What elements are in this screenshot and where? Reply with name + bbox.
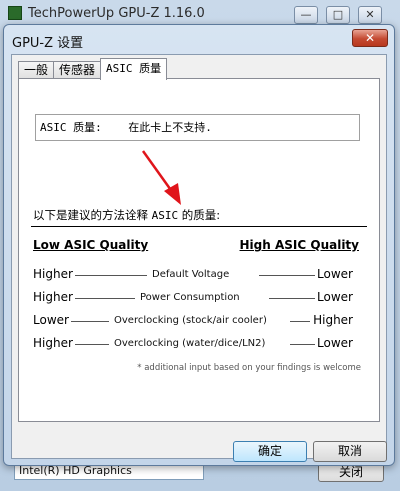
row-line xyxy=(269,298,315,299)
intro-prefix: 以下是建议的方法诠释 xyxy=(33,208,152,222)
row-line xyxy=(259,275,315,276)
asic-quality-panel: ASIC 质量: 在此卡上不支持. 以下是建议的方法诠释 ASIC 的质量: L… xyxy=(18,78,380,422)
settings-dialog: GPU-Z 设置 ✕ 一般 传感器 ASIC 质量 ASIC 质量: 在此卡上不… xyxy=(3,24,395,466)
row-right-value: Higher xyxy=(313,313,353,327)
ok-button[interactable]: 确定 xyxy=(233,441,307,462)
maximize-button[interactable]: □ xyxy=(326,6,350,24)
background-window-title: TechPowerUp GPU-Z 1.16.0 xyxy=(28,6,205,21)
row-label: Power Consumption xyxy=(140,292,240,303)
footnote: * additional input based on your finding… xyxy=(137,363,361,373)
row-overclocking-air: Lower Overclocking (stock/air cooler) Hi… xyxy=(33,313,353,329)
dialog-close-button[interactable]: ✕ xyxy=(352,29,388,47)
intro-suffix: 的质量: xyxy=(178,208,221,222)
cancel-button[interactable]: 取消 xyxy=(313,441,387,462)
row-label: Overclocking (stock/air cooler) xyxy=(114,315,267,326)
row-default-voltage: Higher Default Voltage Lower xyxy=(33,267,353,283)
tab-asic-quality[interactable]: ASIC 质量 xyxy=(100,58,168,80)
row-right-value: Lower xyxy=(317,290,353,304)
low-asic-heading: Low ASIC Quality xyxy=(33,238,149,252)
background-titlebar: TechPowerUp GPU-Z 1.16.0 — □ ✕ xyxy=(0,0,400,26)
row-label: Overclocking (water/dice/LN2) xyxy=(114,338,266,349)
row-line xyxy=(75,275,147,276)
tab-strip: 一般 传感器 ASIC 质量 xyxy=(18,58,168,80)
row-line xyxy=(75,298,135,299)
background-close-button[interactable]: ✕ xyxy=(358,6,382,24)
row-line xyxy=(71,321,109,322)
row-line xyxy=(290,321,310,322)
red-arrow-icon xyxy=(141,150,181,205)
row-left-value: Lower xyxy=(33,313,69,327)
intro-asic: ASIC xyxy=(151,209,179,222)
divider xyxy=(31,226,367,227)
gpu-z-app-icon xyxy=(8,6,22,20)
row-line xyxy=(75,344,109,345)
asic-status-box: ASIC 质量: 在此卡上不支持. xyxy=(35,114,360,141)
high-asic-heading: High ASIC Quality xyxy=(239,238,359,252)
dialog-client-area: 一般 传感器 ASIC 质量 ASIC 质量: 在此卡上不支持. 以下是建议的方… xyxy=(11,54,387,459)
row-power-consumption: Higher Power Consumption Lower xyxy=(33,290,353,306)
row-label: Default Voltage xyxy=(152,269,230,280)
row-overclocking-water: Higher Overclocking (water/dice/LN2) Low… xyxy=(33,336,353,352)
row-left-value: Higher xyxy=(33,290,73,304)
row-left-value: Higher xyxy=(33,336,73,350)
row-right-value: Lower xyxy=(317,336,353,350)
dialog-title: GPU-Z 设置 xyxy=(12,36,84,51)
minimize-button[interactable]: — xyxy=(294,6,318,24)
row-line xyxy=(290,344,315,345)
row-left-value: Higher xyxy=(33,267,73,281)
interpretation-intro: 以下是建议的方法诠释 ASIC 的质量: xyxy=(33,207,220,223)
row-right-value: Lower xyxy=(317,267,353,281)
